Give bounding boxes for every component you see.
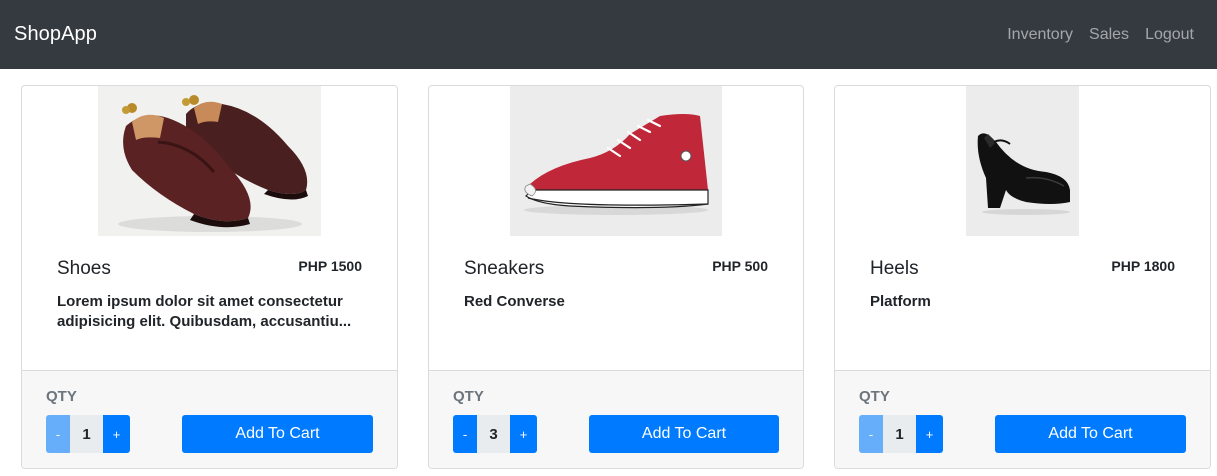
decrement-button[interactable]: - [453, 415, 477, 453]
qty-label: QTY [46, 388, 77, 405]
nav-link-inventory[interactable]: Inventory [1007, 26, 1073, 44]
product-name: Shoes [57, 258, 111, 279]
increment-button[interactable]: + [510, 415, 537, 453]
product-card-shoes: Shoes PHP 1500 Lorem ipsum dolor sit ame… [21, 85, 398, 469]
product-card-sneakers: Sneakers PHP 500 Red Converse QTY - 3 + … [428, 85, 804, 469]
product-name: Heels [870, 258, 919, 279]
product-name: Sneakers [464, 258, 545, 279]
add-to-cart-button[interactable]: Add To Cart [995, 415, 1186, 453]
increment-button[interactable]: + [916, 415, 943, 453]
quantity-stepper: - 3 + [453, 415, 537, 453]
card-footer: QTY - 1 + Add To Cart [22, 370, 397, 468]
quantity-value: 3 [477, 415, 510, 453]
increment-button[interactable]: + [103, 415, 130, 453]
quantity-value: 1 [70, 415, 103, 453]
product-description: Platform [870, 293, 931, 310]
add-to-cart-button[interactable]: Add To Cart [182, 415, 373, 453]
decrement-button[interactable]: - [46, 415, 70, 453]
product-description: Red Converse [464, 293, 565, 310]
card-footer: QTY - 1 + Add To Cart [835, 370, 1210, 468]
qty-label: QTY [859, 388, 890, 405]
quantity-value: 1 [883, 415, 916, 453]
card-footer: QTY - 3 + Add To Cart [429, 370, 803, 468]
add-to-cart-button[interactable]: Add To Cart [589, 415, 779, 453]
product-image-shoes [98, 86, 321, 236]
decrement-button[interactable]: - [859, 415, 883, 453]
loafer-shoes-icon [98, 86, 321, 236]
product-grid: Shoes PHP 1500 Lorem ipsum dolor sit ame… [21, 85, 1211, 469]
top-navbar: ShopApp Inventory Sales Logout [0, 0, 1217, 69]
product-price: PHP 1500 [298, 258, 362, 274]
nav-link-logout[interactable]: Logout [1145, 26, 1194, 44]
product-price: PHP 1800 [1111, 258, 1175, 274]
quantity-stepper: - 1 + [46, 415, 130, 453]
nav-links: Inventory Sales Logout [1007, 26, 1203, 44]
red-sneaker-icon [510, 86, 722, 236]
product-description: Lorem ipsum dolor sit amet consectetur a… [57, 293, 352, 330]
product-price: PHP 500 [712, 258, 768, 274]
black-heel-icon [966, 86, 1079, 236]
quantity-stepper: - 1 + [859, 415, 943, 453]
product-card-heels: Heels PHP 1800 Platform QTY - 1 + Add To… [834, 85, 1211, 469]
qty-label: QTY [453, 388, 484, 405]
nav-link-sales[interactable]: Sales [1089, 26, 1129, 44]
brand-logo[interactable]: ShopApp [14, 23, 97, 46]
product-image-heels [966, 86, 1079, 236]
product-image-sneakers [510, 86, 722, 236]
